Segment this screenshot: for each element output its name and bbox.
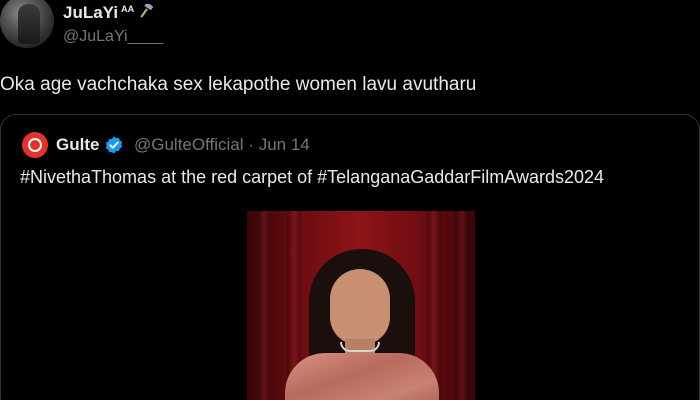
quoted-tweet-meta: @GulteOfficial · Jun 14	[134, 135, 310, 155]
photo-subject-saree	[285, 353, 439, 400]
meta-separator: ·	[248, 135, 254, 154]
tweet-text: Oka age vachchaka sex lekapothe women la…	[0, 74, 477, 95]
display-name-suffix: AA	[121, 4, 135, 14]
curtain-fold	[257, 211, 271, 400]
tweet: JuLaYi AA @JuLaYi____ Oka age vachchaka s…	[0, 0, 700, 400]
user-handle[interactable]: @JuLaYi____	[63, 28, 163, 46]
avatar-figure	[18, 4, 40, 44]
photo-subject-necklace	[340, 342, 380, 352]
quoted-tweet-photo[interactable]	[247, 211, 475, 400]
quoted-account-name[interactable]: Gulte	[56, 135, 124, 155]
quoted-account-name-text: Gulte	[56, 135, 100, 154]
quoted-tweet-text: #NivethaThomas at the red carpet of #Tel…	[20, 167, 605, 187]
quoted-tweet-date[interactable]: Jun 14	[259, 135, 310, 154]
curtain-fold	[455, 211, 469, 400]
quoted-account-avatar[interactable]	[22, 132, 48, 158]
hammer-icon	[140, 4, 154, 18]
display-name-text: JuLaYi	[63, 3, 119, 22]
user-avatar[interactable]	[0, 0, 54, 48]
gulte-logo-icon	[28, 138, 42, 152]
quoted-account-handle[interactable]: @GulteOfficial	[134, 135, 244, 154]
photo-subject-face	[330, 269, 390, 345]
user-display-name[interactable]: JuLaYi AA	[63, 3, 154, 23]
verified-badge-icon	[106, 136, 123, 154]
